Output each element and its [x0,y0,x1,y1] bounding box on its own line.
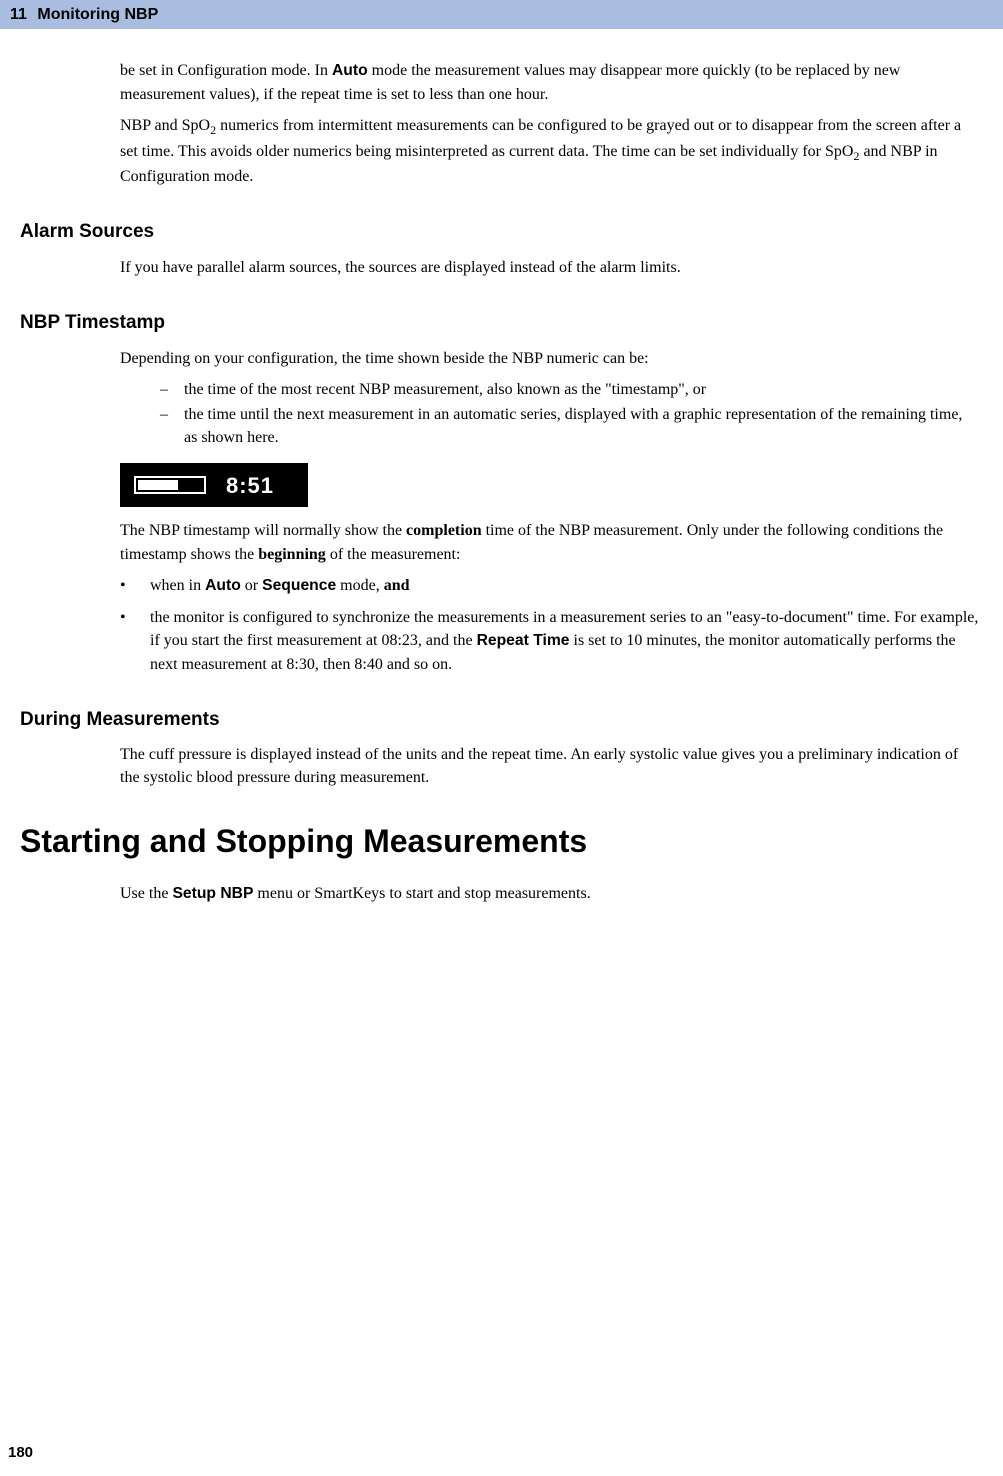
text: The cuff pressure is displayed instead o… [120,743,979,789]
text: The NBP timestamp will normally show the [120,522,406,539]
alarm-sources-body: If you have parallel alarm sources, the … [120,256,979,279]
page-content: be set in Configuration mode. In Auto mo… [0,59,1003,906]
nbp-timestamp-intro: Depending on your configuration, the tim… [120,347,979,370]
dash-icon: – [160,378,184,401]
text: Depending on your configuration, the tim… [120,347,979,370]
intro-p2: NBP and SpO2 numerics from intermittent … [120,114,979,188]
intro-p1: be set in Configuration mode. In Auto mo… [120,59,979,106]
text: the time of the most recent NBP measurem… [184,378,706,401]
intro-block: be set in Configuration mode. In Auto mo… [120,59,979,188]
text: be set in Configuration mode. In [120,62,332,79]
setup-nbp-label: Setup NBP [172,885,253,902]
chapter-title: Monitoring NBP [37,6,158,23]
text: when in Auto or Sequence mode, and [150,574,410,598]
sequence-label: Sequence [262,577,336,594]
timestamp-time-value: 8:51 [226,470,274,502]
repeat-time-label: Repeat Time [477,632,570,649]
bold-text: beginning [258,546,326,563]
text: the monitor is configured to synchronize… [150,606,979,676]
starting-stopping-heading: Starting and Stopping Measurements [20,818,1003,864]
text: menu or SmartKeys to start and stop meas… [253,885,590,902]
list-item: – the time until the next measurement in… [160,403,979,449]
timestamp-after: The NBP timestamp will normally show the… [120,519,979,565]
page-header: 11 Monitoring NBP [0,0,1003,29]
text: mode, [336,577,384,594]
bullet-icon: • [120,606,150,676]
text: the time until the next measurement in a… [184,403,979,449]
text: Use the Setup NBP menu or SmartKeys to s… [120,882,979,906]
dash-icon: – [160,403,184,449]
list-item: • the monitor is configured to synchroni… [120,606,979,676]
auto-label: Auto [205,577,241,594]
starting-stopping-body: Use the Setup NBP menu or SmartKeys to s… [120,882,979,906]
list-item: – the time of the most recent NBP measur… [160,378,979,401]
page-number: 180 [8,1442,33,1464]
progress-icon [120,463,220,507]
timestamp-dash-list: – the time of the most recent NBP measur… [160,378,979,450]
during-measurements-body: The cuff pressure is displayed instead o… [120,743,979,789]
text: or [241,577,262,594]
text: numerics from intermittent measurements … [120,117,961,160]
text: Use the [120,885,172,902]
during-measurements-heading: During Measurements [20,706,1003,734]
bullet-icon: • [120,574,150,598]
timestamp-graphic: 8:51 [120,463,308,507]
text: If you have parallel alarm sources, the … [120,256,979,279]
nbp-timestamp-heading: NBP Timestamp [20,309,1003,337]
list-item: • when in Auto or Sequence mode, and [120,574,979,598]
timestamp-bullet-list: • when in Auto or Sequence mode, and • t… [120,574,979,676]
text: NBP and SpO [120,117,210,134]
bold-text: and [384,577,410,594]
auto-label: Auto [332,62,368,79]
text: when in [150,577,205,594]
bold-text: completion [406,522,482,539]
chapter-number: 11 [10,6,27,23]
alarm-sources-heading: Alarm Sources [20,218,1003,246]
text: of the measurement: [326,546,461,563]
text: The NBP timestamp will normally show the… [120,519,979,565]
